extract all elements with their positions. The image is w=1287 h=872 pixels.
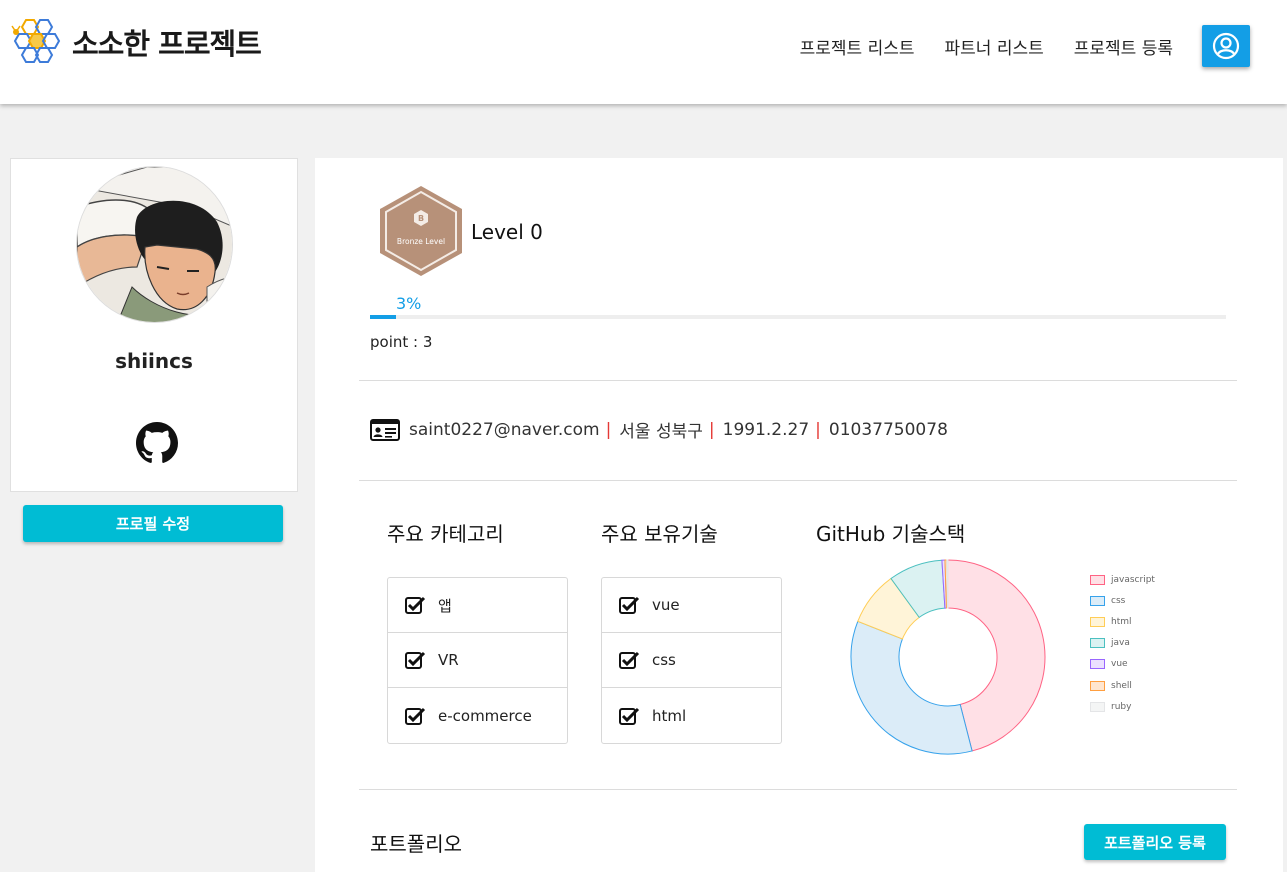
contact-location: 서울 성북구 <box>619 422 703 442</box>
username: shiincs <box>115 349 193 373</box>
category-label: VR <box>438 651 459 669</box>
user-icon <box>1212 32 1240 60</box>
legend-item-ruby[interactable]: ruby <box>1090 696 1155 717</box>
separator: | <box>605 419 612 440</box>
github-link[interactable] <box>136 422 178 464</box>
legend-item-java[interactable]: java <box>1090 633 1155 654</box>
portfolio-title: 포트폴리오 <box>370 832 462 856</box>
user-menu-button[interactable] <box>1202 25 1250 67</box>
legend-item-css[interactable]: css <box>1090 590 1155 611</box>
legend-item-shell[interactable]: shell <box>1090 675 1155 696</box>
donut-slice-ruby[interactable] <box>946 559 949 609</box>
category-label: e-commerce <box>438 706 532 725</box>
skill-label: vue <box>652 596 680 614</box>
contact-birth: 1991.2.27 <box>722 419 810 440</box>
divider <box>359 789 1237 790</box>
checkbox-checked-icon <box>619 596 640 614</box>
logo-text: 소소한 프로젝트 <box>72 27 262 61</box>
legend-label: vue <box>1111 659 1128 670</box>
bronze-level-badge: B Bronze Level <box>378 185 464 281</box>
progress-bar-fill <box>370 315 396 319</box>
legend-item-vue[interactable]: vue <box>1090 654 1155 675</box>
legend-swatch <box>1090 574 1105 585</box>
badge-letter: B <box>418 214 424 223</box>
progress-percent: 3% <box>396 294 422 313</box>
legend-item-javascript[interactable]: javascript <box>1090 569 1155 590</box>
list-item[interactable]: 앱 <box>388 578 567 633</box>
separator: | <box>815 419 821 440</box>
github-stack-donut-chart <box>850 559 1046 755</box>
legend-label: html <box>1111 616 1132 627</box>
avatar-image <box>77 167 232 322</box>
contact-email: saint0227@naver.com <box>409 419 600 440</box>
legend-label: css <box>1111 595 1126 606</box>
skills-title: 주요 보유기술 <box>601 522 718 546</box>
nav-project-list[interactable]: 프로젝트 리스트 <box>800 34 915 59</box>
donut-slice-css[interactable] <box>850 620 973 755</box>
legend-swatch <box>1090 638 1105 649</box>
profile-card: shiincs <box>10 158 298 492</box>
github-stack-title: GitHub 기술스택 <box>816 522 966 546</box>
main-nav: 프로젝트 리스트 파트너 리스트 프로젝트 등록 <box>800 34 1173 59</box>
contact-info: saint0227@naver.com | 서울 성북구 | 1991.2.27… <box>370 417 948 442</box>
list-item[interactable]: vue <box>602 578 781 633</box>
legend-label: javascript <box>1111 574 1155 585</box>
badge-text: Bronze Level <box>397 237 445 246</box>
edit-profile-button[interactable]: 프로필 수정 <box>23 505 283 542</box>
legend-label: ruby <box>1111 701 1132 712</box>
checkbox-checked-icon <box>619 707 640 725</box>
chart-legend: javascript css html java vue shell ruby <box>1090 569 1155 717</box>
skill-label: css <box>652 651 676 669</box>
legend-swatch <box>1090 680 1105 691</box>
legend-label: java <box>1111 638 1130 649</box>
level-label: Level 0 <box>471 220 543 244</box>
list-item[interactable]: VR <box>388 633 567 688</box>
list-item[interactable]: e-commerce <box>388 688 567 743</box>
list-item[interactable]: html <box>602 688 781 743</box>
categories-list: 앱 VR e-commerce <box>387 577 568 744</box>
skill-label: html <box>652 706 687 725</box>
site-logo[interactable]: 소소한 프로젝트 <box>10 16 262 68</box>
progress-bar <box>370 315 1226 319</box>
bronze-badge-icon: B Bronze Level <box>380 186 462 276</box>
id-card-icon <box>370 418 400 441</box>
checkbox-checked-icon <box>405 651 426 669</box>
github-icon <box>136 422 178 463</box>
avatar <box>76 166 233 323</box>
legend-item-html[interactable]: html <box>1090 611 1155 632</box>
main-panel: B Bronze Level Level 0 3% point : 3 sain… <box>315 158 1283 872</box>
divider <box>359 380 1237 381</box>
checkbox-checked-icon <box>405 707 426 725</box>
legend-swatch <box>1090 595 1105 606</box>
categories-title: 주요 카테고리 <box>387 522 504 546</box>
top-header: 소소한 프로젝트 프로젝트 리스트 파트너 리스트 프로젝트 등록 <box>0 0 1287 104</box>
honeycomb-logo-icon <box>11 19 61 63</box>
point-text: point : 3 <box>370 333 433 351</box>
divider <box>359 480 1237 481</box>
checkbox-checked-icon <box>405 596 426 614</box>
list-item[interactable]: css <box>602 633 781 688</box>
nav-project-register[interactable]: 프로젝트 등록 <box>1074 34 1173 59</box>
add-portfolio-button[interactable]: 포트폴리오 등록 <box>1084 824 1226 860</box>
legend-label: shell <box>1111 680 1132 691</box>
skills-list: vue css html <box>601 577 782 744</box>
contact-phone: 01037750078 <box>828 419 948 440</box>
category-label: 앱 <box>438 596 452 615</box>
nav-partner-list[interactable]: 파트너 리스트 <box>945 34 1044 59</box>
separator: | <box>708 419 715 440</box>
checkbox-checked-icon <box>619 651 640 669</box>
legend-swatch <box>1090 659 1105 670</box>
legend-swatch <box>1090 616 1105 627</box>
legend-swatch <box>1090 701 1105 712</box>
